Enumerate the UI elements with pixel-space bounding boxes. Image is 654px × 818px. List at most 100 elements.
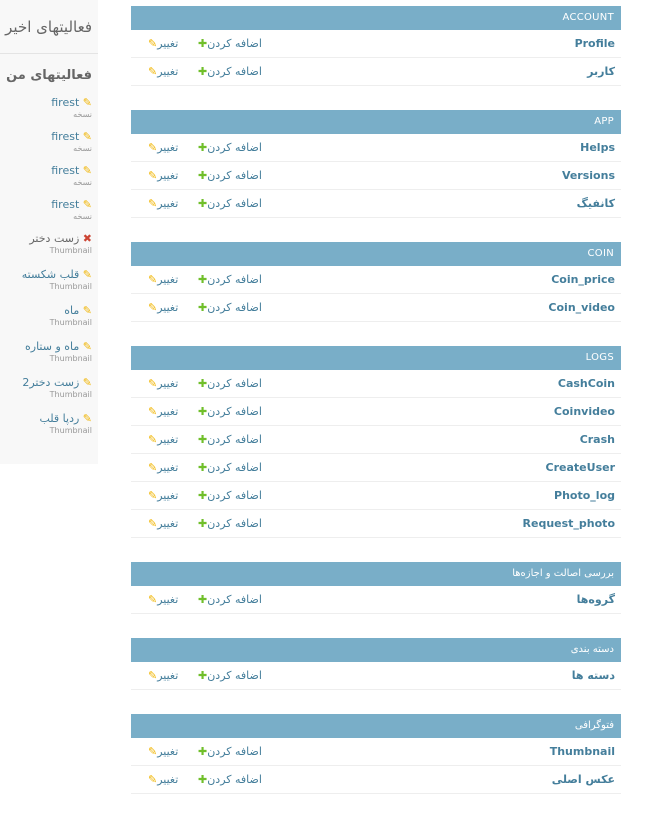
model-link[interactable]: CashCoin — [558, 370, 615, 397]
pencil-icon: ✎ — [82, 96, 92, 109]
recent-action-label: ماه و ستاره — [25, 340, 80, 353]
module-header[interactable]: COIN — [131, 242, 621, 266]
change-label: تغییر — [157, 433, 179, 446]
change-button[interactable]: ✎تغییر — [146, 370, 178, 397]
model-row: عکس اصلی ✚اضافه کردن ✎تغییر — [131, 766, 621, 794]
add-button[interactable]: ✚اضافه کردن — [195, 134, 262, 161]
model-link[interactable]: Profile — [575, 30, 615, 57]
change-button[interactable]: ✎تغییر — [146, 738, 178, 765]
recent-action-link[interactable]: ✎ زست دختر2 — [0, 376, 92, 390]
add-button[interactable]: ✚اضافه کردن — [195, 370, 262, 397]
change-button[interactable]: ✎تغییر — [146, 510, 178, 537]
recent-action-item: ✎ firest نسخه — [0, 198, 92, 232]
change-button[interactable]: ✎تغییر — [146, 162, 178, 189]
recent-action-link[interactable]: ✎ ماه — [0, 304, 92, 318]
model-row: کاربر ✚اضافه کردن ✎تغییر — [131, 58, 621, 86]
recent-action-item: ✎ ماه Thumbnail — [0, 304, 92, 340]
recent-action-label: firest — [51, 96, 80, 109]
change-button[interactable]: ✎تغییر — [146, 482, 178, 509]
recent-action-label: firest — [51, 198, 80, 211]
add-button[interactable]: ✚اضافه کردن — [195, 586, 262, 613]
add-button[interactable]: ✚اضافه کردن — [195, 294, 262, 321]
model-row: Coin_video ✚اضافه کردن ✎تغییر — [131, 294, 621, 322]
change-label: تغییر — [157, 65, 179, 78]
pencil-icon: ✎ — [82, 412, 92, 425]
plus-icon: ✚ — [198, 517, 208, 530]
change-button[interactable]: ✎تغییر — [146, 766, 178, 793]
recent-action-link[interactable]: ✎ ردپا قلب — [0, 412, 92, 426]
app-module: ACCOUNT Profile ✚اضافه کردن ✎تغییر کاربر ✚اضا… — [131, 6, 621, 86]
model-link[interactable]: Crash — [580, 426, 615, 453]
pencil-icon: ✎ — [148, 37, 158, 50]
add-button[interactable]: ✚اضافه کردن — [195, 766, 262, 793]
recent-action-type: Thumbnail — [49, 282, 92, 291]
model-link[interactable]: کاربر — [587, 58, 615, 85]
module-header[interactable]: فتوگرافی — [131, 714, 621, 738]
add-button[interactable]: ✚اضافه کردن — [195, 662, 262, 689]
change-button[interactable]: ✎تغییر — [146, 134, 178, 161]
recent-action-link[interactable]: ✎ firest — [0, 164, 92, 178]
model-link[interactable]: Thumbnail — [550, 738, 615, 765]
change-button[interactable]: ✎تغییر — [146, 190, 178, 217]
recent-action-link[interactable]: ✎ firest — [0, 96, 92, 110]
change-label: تغییر — [157, 197, 179, 210]
plus-icon: ✚ — [198, 301, 208, 314]
recent-action-link[interactable]: ✎ firest — [0, 130, 92, 144]
change-button[interactable]: ✎تغییر — [146, 294, 178, 321]
change-button[interactable]: ✎تغییر — [146, 426, 178, 453]
model-link[interactable]: Versions — [562, 162, 615, 189]
model-link[interactable]: Photo_log — [554, 482, 615, 509]
change-button[interactable]: ✎تغییر — [146, 454, 178, 481]
module-header[interactable]: APP — [131, 110, 621, 134]
recent-actions-title: فعالیتهای اخیر — [5, 18, 92, 36]
recent-action-link[interactable]: ✎ ماه و ستاره — [0, 340, 92, 354]
add-button[interactable]: ✚اضافه کردن — [195, 454, 262, 481]
pencil-icon: ✎ — [148, 405, 158, 418]
model-link[interactable]: Coin_price — [551, 266, 615, 293]
model-link[interactable]: CreateUser — [546, 454, 615, 481]
add-button[interactable]: ✚اضافه کردن — [195, 190, 262, 217]
change-button[interactable]: ✎تغییر — [146, 586, 178, 613]
recent-action-type: نسخه — [73, 178, 92, 187]
recent-action-link[interactable]: ✎ firest — [0, 198, 92, 212]
model-link[interactable]: دسته ها — [572, 662, 615, 689]
change-button[interactable]: ✎تغییر — [146, 58, 178, 85]
change-button[interactable]: ✎تغییر — [146, 398, 178, 425]
model-link[interactable]: Helps — [580, 134, 615, 161]
module-header[interactable]: LOGS — [131, 346, 621, 370]
change-label: تغییر — [157, 669, 179, 682]
model-link[interactable]: Request_photo — [523, 510, 615, 537]
app-module: فتوگرافی Thumbnail ✚اضافه کردن ✎تغییر عکس اص… — [131, 714, 621, 794]
model-link[interactable]: گروه‌ها — [577, 586, 615, 613]
module-header[interactable]: ACCOUNT — [131, 6, 621, 30]
model-link[interactable]: کانفیگ — [577, 190, 615, 217]
model-link[interactable]: Coin_video — [548, 294, 615, 321]
add-button[interactable]: ✚اضافه کردن — [195, 58, 262, 85]
plus-icon: ✚ — [198, 273, 208, 286]
plus-icon: ✚ — [198, 141, 208, 154]
add-button[interactable]: ✚اضافه کردن — [195, 398, 262, 425]
change-label: تغییر — [157, 489, 179, 502]
change-button[interactable]: ✎تغییر — [146, 30, 178, 57]
add-button[interactable]: ✚اضافه کردن — [195, 30, 262, 57]
change-button[interactable]: ✎تغییر — [146, 266, 178, 293]
change-button[interactable]: ✎تغییر — [146, 662, 178, 689]
add-label: اضافه کردن — [207, 141, 262, 154]
recent-action-item: ✎ زست دختر2 Thumbnail — [0, 376, 92, 412]
add-button[interactable]: ✚اضافه کردن — [195, 510, 262, 537]
add-button[interactable]: ✚اضافه کردن — [195, 426, 262, 453]
module-header[interactable]: بررسی اصالت و اجازه‌ها — [131, 562, 621, 586]
add-button[interactable]: ✚اضافه کردن — [195, 738, 262, 765]
app-module: دسته بندی دسته ها ✚اضافه کردن ✎تغییر — [131, 638, 621, 690]
recent-action-link[interactable]: ✎ قلب شکسته — [0, 268, 92, 282]
app-module: COIN Coin_price ✚اضافه کردن ✎تغییر Coin_vide… — [131, 242, 621, 322]
recent-action-item: ✎ firest نسخه — [0, 96, 92, 130]
add-button[interactable]: ✚اضافه کردن — [195, 266, 262, 293]
pencil-icon: ✎ — [82, 376, 92, 389]
model-link[interactable]: عکس اصلی — [552, 766, 615, 793]
recent-action-type: Thumbnail — [49, 318, 92, 327]
add-button[interactable]: ✚اضافه کردن — [195, 162, 262, 189]
module-header[interactable]: دسته بندی — [131, 638, 621, 662]
model-link[interactable]: Coinvideo — [554, 398, 615, 425]
add-button[interactable]: ✚اضافه کردن — [195, 482, 262, 509]
